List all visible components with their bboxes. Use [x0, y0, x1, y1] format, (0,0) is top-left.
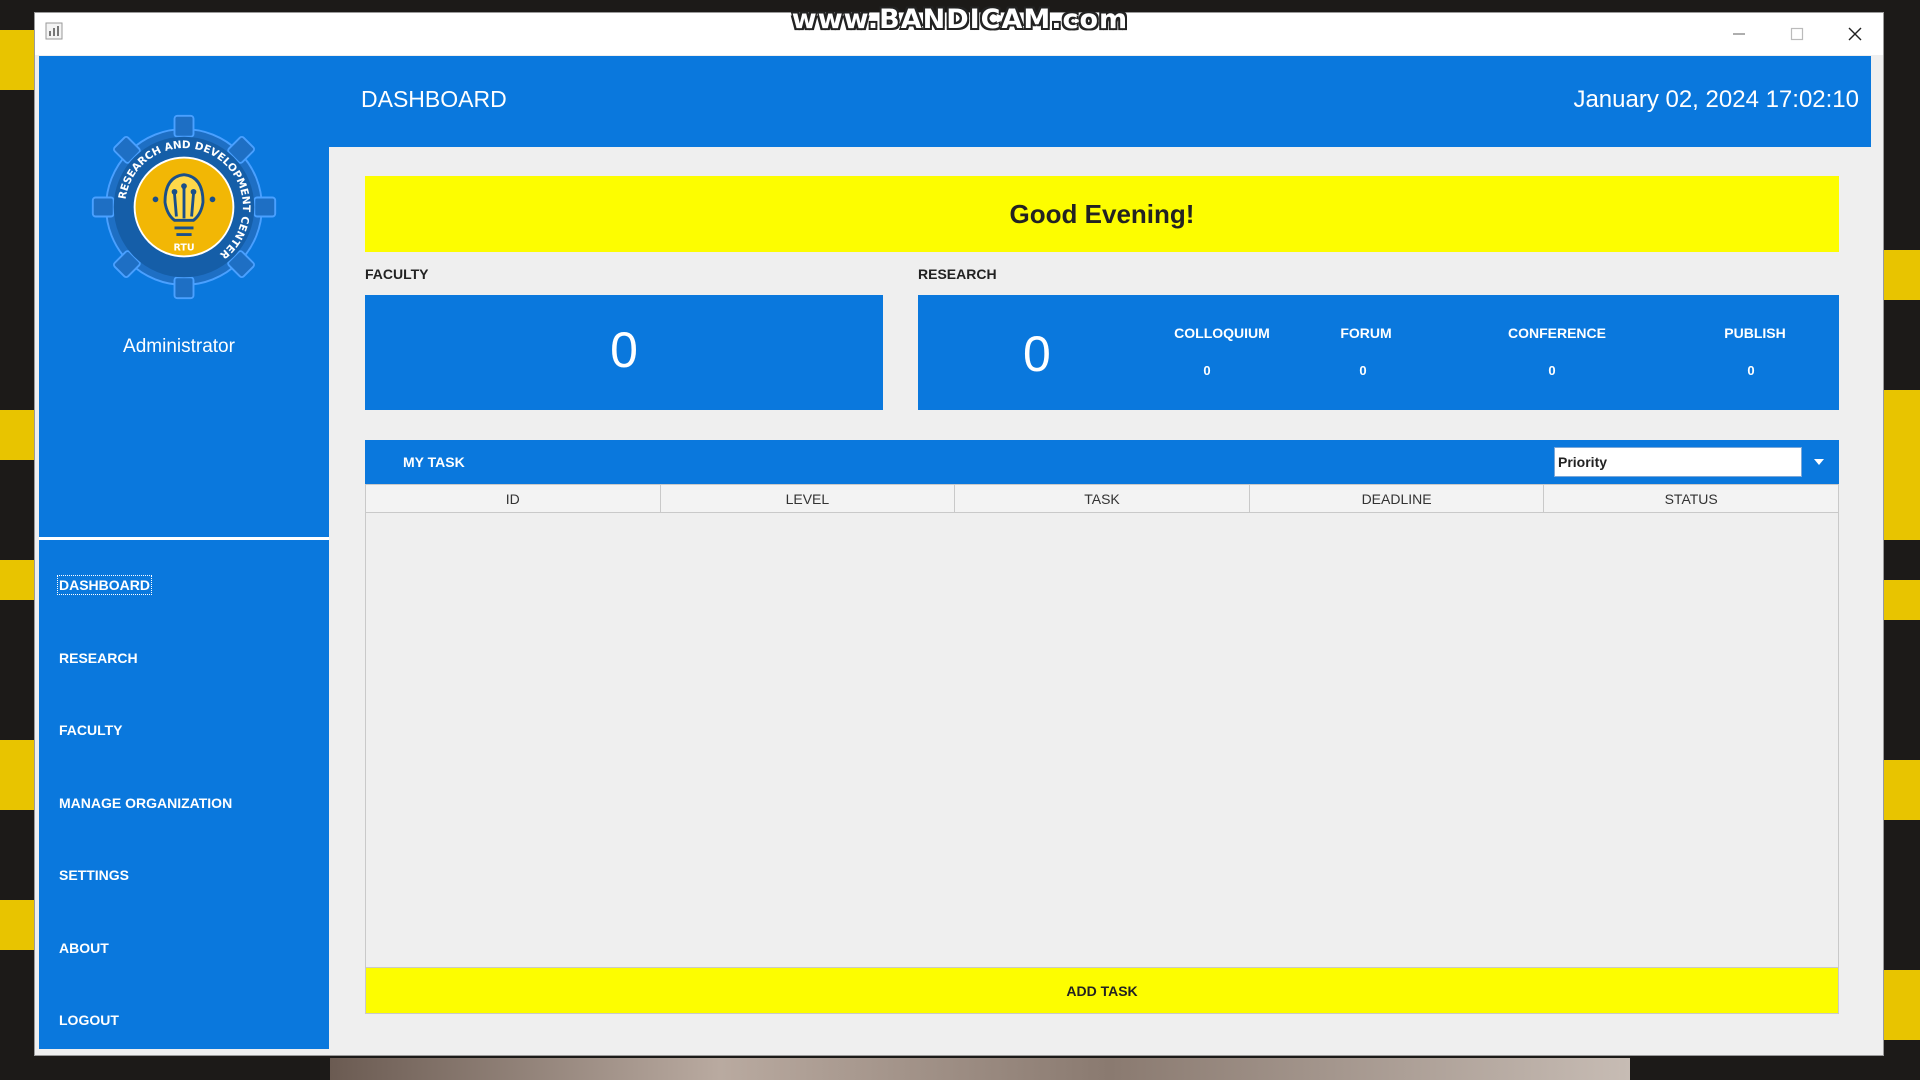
background-tape-left	[0, 30, 34, 90]
background-image-strip	[330, 1058, 1630, 1080]
user-role: Administrator	[123, 336, 235, 357]
sidebar-item-research[interactable]: RESEARCH	[59, 650, 138, 666]
colloquium-value: 0	[1203, 363, 1211, 378]
sidebar-item-faculty[interactable]: FACULTY	[59, 722, 123, 738]
research-center-logo: RESEARCH AND DEVELOPMENT CENTER RTU	[91, 114, 277, 300]
recorder-watermark: www.BANDICAM.com	[791, 4, 1129, 35]
background-tape-left-2	[0, 410, 34, 460]
background-tape-right-5	[1884, 970, 1920, 1040]
background-tape-left-3	[0, 560, 34, 600]
sidebar: RESEARCH AND DEVELOPMENT CENTER RTU Admi…	[39, 56, 329, 1049]
background-tape-right-3	[1884, 580, 1920, 620]
forum-stat: FORUM 0	[1286, 325, 1446, 378]
background-tape-left-4	[0, 740, 34, 810]
publish-stat: PUBLISH 0	[1675, 325, 1835, 378]
conference-stat: CONFERENCE 0	[1477, 325, 1637, 378]
column-header-id[interactable]: ID	[366, 485, 661, 512]
research-count: 0	[1023, 326, 1051, 382]
sidebar-item-settings[interactable]: SETTINGS	[59, 867, 129, 883]
add-task-button[interactable]: ADD TASK	[365, 967, 1839, 1014]
greeting-text: Good Evening!	[1009, 198, 1195, 229]
background-tape-right	[1884, 250, 1920, 300]
background-tape-right-4	[1884, 760, 1920, 820]
task-table-header: ID LEVEL TASK DEADLINE STATUS	[366, 485, 1838, 513]
column-header-deadline[interactable]: DEADLINE	[1250, 485, 1545, 512]
sidebar-item-about[interactable]: ABOUT	[59, 940, 109, 956]
column-header-level[interactable]: LEVEL	[661, 485, 956, 512]
page-title: DASHBOARD	[361, 86, 507, 112]
faculty-stat-card[interactable]: 0	[365, 295, 883, 410]
chevron-down-icon	[1814, 459, 1824, 465]
task-table[interactable]: ID LEVEL TASK DEADLINE STATUS	[365, 484, 1839, 974]
task-panel-header: MY TASK Priority	[365, 440, 1839, 484]
conference-label: CONFERENCE	[1507, 325, 1606, 341]
publish-label: PUBLISH	[1724, 325, 1786, 341]
task-panel-title: MY TASK	[403, 454, 465, 470]
sidebar-item-dashboard[interactable]: DASHBOARD	[57, 575, 152, 595]
forum-label: FORUM	[1340, 325, 1392, 341]
research-section-label: RESEARCH	[918, 266, 997, 282]
colloquium-label: COLLOQUIUM	[1174, 325, 1270, 341]
colloquium-stat: COLLOQUIUM 0	[1142, 325, 1302, 378]
faculty-section-label: FACULTY	[365, 266, 429, 282]
research-stat-card[interactable]: 0 COLLOQUIUM 0 FORUM 0 CONFERENCE 0 PUBL…	[918, 295, 1839, 410]
priority-filter-select[interactable]: Priority	[1554, 447, 1802, 477]
column-header-task[interactable]: TASK	[955, 485, 1250, 512]
background-tape-right-2	[1884, 390, 1920, 540]
sidebar-item-logout[interactable]: LOGOUT	[59, 1012, 119, 1028]
datetime-display: January 02, 2024 17:02:10	[1573, 86, 1859, 113]
faculty-count: 0	[610, 322, 638, 378]
priority-dropdown-button[interactable]	[1805, 447, 1833, 477]
conference-value: 0	[1548, 363, 1556, 378]
forum-value: 0	[1359, 363, 1367, 378]
sidebar-item-manage-organization[interactable]: MANAGE ORGANIZATION	[59, 795, 232, 811]
page-header: DASHBOARD January 02, 2024 17:02:10	[329, 56, 1871, 147]
sidebar-divider	[39, 537, 329, 540]
background-tape-left-5	[0, 900, 34, 950]
greeting-banner: Good Evening!	[365, 176, 1839, 252]
logo-inner-text: RTU	[173, 243, 194, 254]
publish-value: 0	[1747, 363, 1755, 378]
column-header-status[interactable]: STATUS	[1544, 485, 1838, 512]
